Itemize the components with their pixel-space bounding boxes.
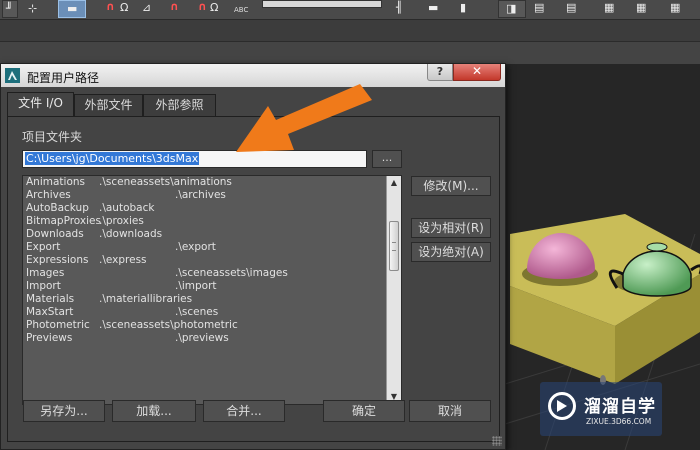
make-relative-button[interactable]: 设为相对(R) — [411, 218, 491, 238]
path-value: .\archives — [175, 189, 226, 201]
percent-snap-icon[interactable]: ∩ — [170, 0, 179, 13]
render-setup-icon[interactable]: ▦ — [604, 1, 614, 15]
project-folder-value: C:\Users\jg\Documents\3dsMax — [25, 152, 200, 165]
list-item[interactable]: Archives .\archives — [23, 189, 401, 202]
named-selection-dropdown[interactable] — [262, 0, 382, 8]
close-button[interactable]: ✕ — [453, 64, 501, 81]
schematic-icon[interactable]: ▤ — [534, 1, 544, 15]
path-name: Previews — [26, 332, 73, 344]
mirror-icon: ⊹ — [28, 2, 38, 15]
path-value: .\proxies — [99, 215, 144, 227]
align-icon: ▬ — [67, 2, 78, 15]
path-name: Archives — [26, 189, 71, 201]
load-button[interactable]: 加载... — [112, 400, 196, 422]
toolbar-button-active[interactable]: ▬ — [58, 0, 86, 18]
mirror-tool-icon[interactable]: ╢ — [396, 1, 403, 15]
path-name: Animations — [26, 176, 86, 188]
snap-icon: ╜ — [6, 2, 13, 15]
scroll-thumb[interactable] — [389, 221, 399, 271]
path-value: .\export — [175, 241, 216, 253]
list-item[interactable]: Import .\import — [23, 280, 401, 293]
list-item[interactable]: Materials .\materiallibraries — [23, 293, 401, 306]
path-list[interactable]: Animations .\sceneassets\animations Archiv… — [22, 175, 402, 405]
list-item[interactable]: MaxStart .\scenes — [23, 306, 401, 319]
path-name: Photometric — [26, 319, 90, 331]
watermark: 溜溜自学 ZIXUE.3D66.COM — [540, 382, 662, 436]
list-item[interactable]: Downloads .\downloads — [23, 228, 401, 241]
path-value: .\sceneassets\photometric — [99, 319, 238, 331]
make-absolute-button[interactable]: 设为绝对(A) — [411, 242, 491, 262]
watermark-url: ZIXUE.3D66.COM — [586, 417, 652, 426]
project-folder-label: 项目文件夹 — [22, 130, 83, 144]
toolbar-button[interactable]: ⊹ — [24, 0, 52, 18]
main-toolbar: ╜ ⊹ ▬ ∩ Ω ⊿ ∩ ∩ Ω ABC ╢ ▬ ▮ ◨ ▤ ▤ ▦ ▦ ▦ — [0, 0, 700, 20]
material-editor-icon[interactable]: ▤ — [566, 1, 576, 15]
list-item[interactable]: AutoBackup .\autoback — [23, 202, 401, 215]
help-button[interactable]: ? — [427, 64, 453, 81]
list-item[interactable]: Export .\export — [23, 241, 401, 254]
dialog-title: 配置用户路径 — [27, 71, 100, 85]
path-value: .\downloads — [99, 228, 163, 240]
path-name: Import — [26, 280, 61, 292]
cancel-button[interactable]: 取消 — [409, 400, 491, 422]
magnet-icon[interactable]: ∩ — [106, 0, 115, 13]
path-value: .\autoback — [99, 202, 155, 214]
named-selection-icon[interactable]: Ω — [210, 1, 218, 15]
spinner-snap-icon[interactable]: ∩ — [198, 0, 207, 13]
text-badge: ABC — [234, 6, 249, 14]
toolbar-button[interactable]: ╜ — [2, 0, 18, 18]
path-value: .\scenes — [175, 306, 219, 318]
list-item[interactable]: Animations .\sceneassets\animations — [23, 176, 401, 189]
curve-editor-icon: ◨ — [506, 2, 517, 15]
path-name: Materials — [26, 293, 75, 305]
list-item[interactable]: Images .\sceneassets\images — [23, 267, 401, 280]
list-item[interactable]: Photometric .\sceneassets\photometric — [23, 319, 401, 332]
snap-toggle-icon[interactable]: Ω — [120, 1, 128, 15]
ribbon-strip — [0, 20, 700, 42]
list-item[interactable]: Previews .\previews — [23, 332, 401, 345]
render-frame-icon[interactable]: ▦ — [636, 1, 646, 15]
3dsmax-app-icon — [5, 68, 20, 83]
tab-external-files[interactable]: 外部文件 — [74, 94, 143, 116]
path-name: Images — [26, 267, 65, 279]
path-name: Export — [26, 241, 61, 253]
path-name: MaxStart — [26, 306, 74, 318]
path-value: .\import — [175, 280, 217, 292]
path-name: AutoBackup — [26, 202, 89, 214]
ribbon-strip-secondary — [0, 42, 700, 64]
path-value: .\sceneassets\animations — [99, 176, 232, 188]
save-as-button[interactable]: 另存为... — [23, 400, 105, 422]
tab-xrefs[interactable]: 外部参照 — [143, 94, 216, 116]
path-name: BitmapProxies — [26, 215, 101, 227]
angle-snap-icon[interactable]: ⊿ — [142, 1, 151, 15]
path-rows: Animations .\sceneassets\animations Archiv… — [23, 176, 401, 345]
list-item[interactable]: Expressions .\express — [23, 254, 401, 267]
render-icon[interactable]: ▦ — [670, 1, 680, 15]
path-value: .\express — [99, 254, 147, 266]
scene-explorer-icon[interactable]: ▮ — [460, 1, 466, 15]
modify-button[interactable]: 修改(M)... — [411, 176, 491, 196]
merge-button[interactable]: 合并... — [203, 400, 285, 422]
toolbar-button[interactable]: ◨ — [498, 0, 526, 18]
path-value: .\sceneassets\images — [175, 267, 288, 279]
ok-button[interactable]: 确定 — [323, 400, 405, 422]
scroll-up-arrow-icon[interactable]: ▲ — [387, 176, 401, 190]
path-name: Downloads — [26, 228, 84, 240]
layer-icon[interactable]: ▬ — [428, 1, 438, 15]
tab-file-io[interactable]: 文件 I/O — [7, 92, 74, 117]
list-scrollbar[interactable]: ▲ ▼ — [386, 176, 401, 404]
list-item[interactable]: BitmapProxies .\proxies — [23, 215, 401, 228]
path-value: .\previews — [175, 332, 229, 344]
path-value: .\materiallibraries — [99, 293, 193, 305]
resize-grip-icon[interactable] — [492, 436, 502, 446]
watermark-brand: 溜溜自学 — [584, 397, 656, 417]
watermark-play-icon — [548, 392, 576, 420]
path-name: Expressions — [26, 254, 89, 266]
orange-arrow-icon — [236, 84, 372, 152]
